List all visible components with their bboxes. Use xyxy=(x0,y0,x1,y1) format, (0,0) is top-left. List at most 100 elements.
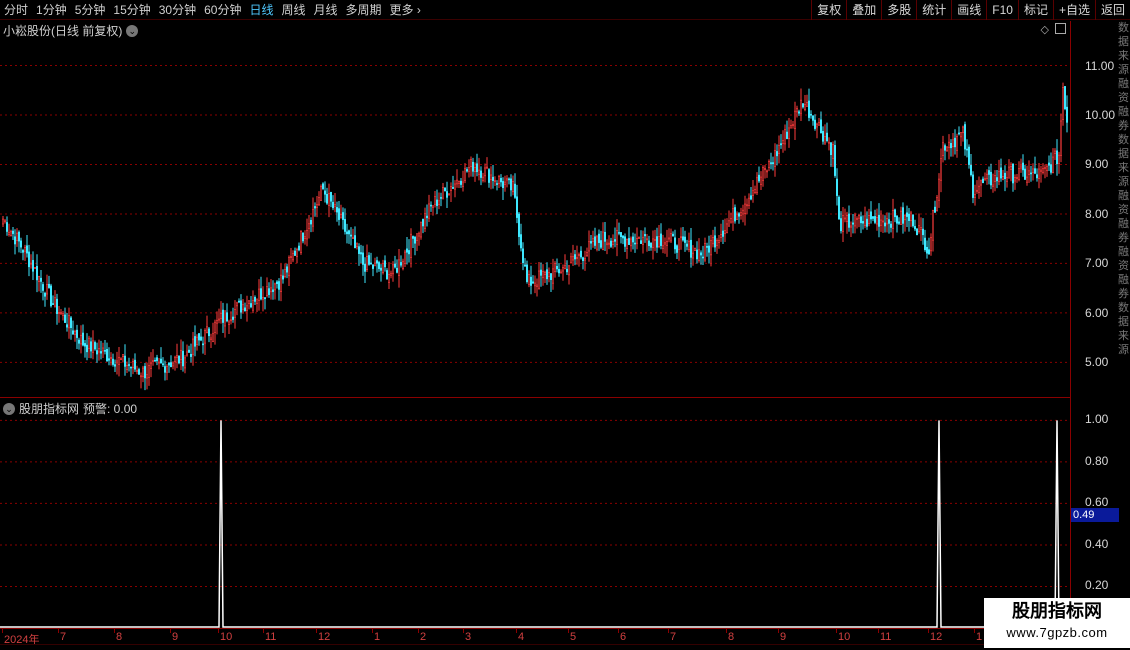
candle-body xyxy=(489,174,492,180)
toolbar-action-button[interactable]: 叠加 xyxy=(846,0,881,20)
candle-body xyxy=(53,297,56,307)
candle-body xyxy=(759,176,762,185)
candle-body xyxy=(871,216,874,219)
date-tick-mark xyxy=(316,629,317,633)
candle-body xyxy=(192,338,195,355)
period-tab[interactable]: 30分钟 xyxy=(155,0,200,20)
candle-body xyxy=(991,184,994,187)
candle-body xyxy=(505,178,508,181)
candle-body xyxy=(649,242,652,248)
candle-body xyxy=(823,136,826,144)
date-tick-mark xyxy=(726,629,727,633)
candle-body xyxy=(961,126,964,133)
toolbar-action-button[interactable]: F10 xyxy=(986,0,1018,20)
candle-body xyxy=(513,183,516,198)
toolbar-action-button[interactable]: +自选 xyxy=(1052,0,1095,20)
candle-body xyxy=(132,361,135,368)
period-tab[interactable]: 60分钟 xyxy=(200,0,245,20)
watermark-url: www.7gpzb.com xyxy=(1006,625,1108,640)
candle-body xyxy=(471,161,474,172)
period-tab[interactable]: 日线 xyxy=(245,0,277,20)
candle-body xyxy=(387,273,390,283)
toolbar-action-button[interactable]: 标记 xyxy=(1017,0,1053,20)
period-tab[interactable]: 1分钟 xyxy=(32,0,71,20)
candle-body xyxy=(521,248,524,263)
period-tab[interactable]: 多周期 xyxy=(342,0,386,20)
toolbar-action-button[interactable]: 统计 xyxy=(916,0,951,20)
candle-body xyxy=(493,180,496,183)
diamond-icon[interactable]: ◇ xyxy=(1041,23,1049,36)
candle-body xyxy=(17,231,20,242)
candle-body xyxy=(679,236,682,239)
candle-body xyxy=(609,240,612,247)
candle-body xyxy=(106,348,109,362)
window-icon[interactable] xyxy=(1055,23,1066,34)
candle-body xyxy=(585,252,588,256)
watermark-title: 股朋指标网 xyxy=(1012,601,1102,621)
candle-body xyxy=(987,170,990,175)
candle-body xyxy=(909,212,912,221)
price-chart-panel[interactable]: 小崧股份(日线 前复权) ⌄ ◇ xyxy=(0,21,1070,397)
candle-body xyxy=(627,238,630,245)
candle-body xyxy=(931,209,934,241)
candle-body xyxy=(963,124,966,150)
toolbar-action-button[interactable]: 画线 xyxy=(951,0,986,20)
candle-body xyxy=(1060,120,1063,156)
indicator-chart[interactable] xyxy=(0,398,1070,628)
candle-body xyxy=(291,253,294,261)
candle-body xyxy=(677,238,680,250)
toolbar-action-button[interactable]: 多股 xyxy=(881,0,916,20)
candle-body xyxy=(815,123,818,128)
candle-body xyxy=(84,343,87,347)
candle-body xyxy=(289,256,292,258)
candle-body xyxy=(563,265,566,269)
candle-body xyxy=(1032,168,1035,173)
candle-body xyxy=(325,193,328,204)
candle-body xyxy=(575,257,578,259)
candle-body xyxy=(547,272,550,277)
candle-body xyxy=(220,313,223,319)
candle-body xyxy=(381,263,384,273)
candle-body xyxy=(999,167,1002,179)
candle-body xyxy=(913,226,916,230)
date-tick-label: 12 xyxy=(930,631,943,643)
candle-body xyxy=(443,187,446,192)
candle-body xyxy=(331,201,334,209)
chevron-down-icon[interactable]: ⌄ xyxy=(126,24,139,37)
candle-body xyxy=(265,286,268,297)
candle-body xyxy=(495,183,498,185)
period-tab[interactable]: 更多 › xyxy=(386,0,425,20)
toolbar-action-button[interactable]: 复权 xyxy=(811,0,846,20)
candle-body xyxy=(341,212,344,220)
candle-body xyxy=(35,266,38,281)
period-tab[interactable]: 15分钟 xyxy=(109,0,154,20)
candle-body xyxy=(116,360,119,364)
candle-body xyxy=(449,186,452,191)
candle-body xyxy=(78,339,81,344)
indicator-panel[interactable]: ⌄ 股朋指标网 预警: 0.00 xyxy=(0,397,1070,628)
candle-body xyxy=(593,236,596,246)
candle-body xyxy=(763,168,766,170)
candle-body xyxy=(921,228,924,236)
period-tab[interactable]: 周线 xyxy=(277,0,309,20)
candle-body xyxy=(901,207,904,224)
toolbar-action-button[interactable]: 返回 xyxy=(1094,0,1130,20)
chevron-down-icon[interactable]: ⌄ xyxy=(3,402,15,415)
period-tab[interactable]: 月线 xyxy=(310,0,342,20)
candle-body xyxy=(711,237,714,245)
candle-body xyxy=(667,237,670,240)
candle-body xyxy=(186,351,189,356)
period-tab[interactable]: 5分钟 xyxy=(71,0,110,20)
date-tick-label: 7 xyxy=(60,631,67,643)
candle-body xyxy=(373,262,376,267)
candle-body xyxy=(246,305,249,311)
candle-body xyxy=(281,275,284,280)
candle-body xyxy=(152,360,155,362)
date-tick-label: 5 xyxy=(570,631,577,643)
candlestick-chart[interactable] xyxy=(0,21,1070,397)
candle-body xyxy=(645,238,648,241)
candle-body xyxy=(168,362,171,366)
candle-body xyxy=(1028,170,1031,175)
candle-body xyxy=(202,343,205,346)
period-tab[interactable]: 分时 xyxy=(0,0,32,20)
